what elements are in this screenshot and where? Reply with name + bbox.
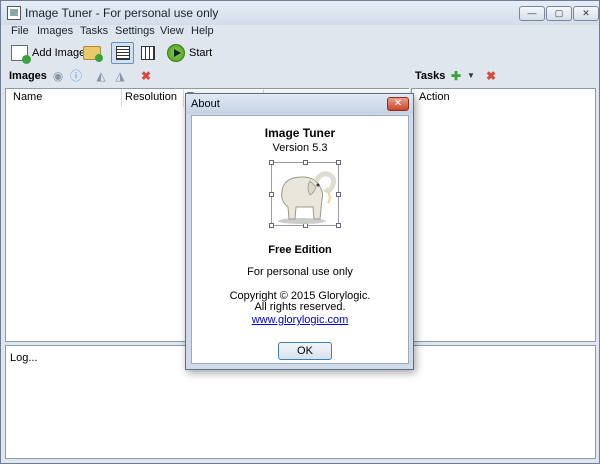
about-version: Version 5.3 bbox=[272, 142, 328, 154]
add-images-button[interactable]: Add Images bbox=[11, 42, 91, 64]
start-label: Start bbox=[189, 47, 213, 59]
menu-file[interactable]: File bbox=[11, 25, 29, 37]
column-name[interactable]: Name bbox=[10, 89, 122, 107]
add-folder-button[interactable] bbox=[83, 42, 103, 64]
menu-view[interactable]: View bbox=[160, 25, 184, 37]
about-close-button[interactable]: ✕ bbox=[387, 97, 409, 111]
play-icon bbox=[167, 44, 185, 62]
remove-image-icon[interactable]: ✖ bbox=[139, 69, 153, 83]
toolbar: Add Images Start bbox=[1, 39, 599, 67]
eye-icon[interactable]: ◉ bbox=[51, 69, 65, 83]
list-view-button[interactable] bbox=[111, 42, 134, 64]
list-view-icon bbox=[115, 46, 130, 60]
elephant-icon bbox=[278, 171, 337, 224]
thumbnail-view-button[interactable] bbox=[138, 42, 158, 64]
sort-up-icon[interactable]: ◭ bbox=[94, 69, 108, 83]
about-edition: Free Edition bbox=[268, 244, 332, 256]
app-icon bbox=[7, 6, 21, 20]
chevron-down-icon[interactable]: ▼ bbox=[464, 69, 478, 83]
website-link[interactable]: www.glorylogic.com bbox=[252, 314, 349, 326]
about-dialog: About ✕ Image Tuner Version 5.3 Free Edi… bbox=[185, 93, 414, 370]
ok-button[interactable]: OK bbox=[278, 342, 332, 360]
maximize-button[interactable]: ▢ bbox=[546, 6, 572, 21]
tasks-list[interactable]: Action bbox=[411, 88, 596, 342]
add-images-icon bbox=[11, 45, 31, 64]
about-license: For personal use only bbox=[247, 266, 353, 278]
menu-bar: File Images Tasks Settings View Help bbox=[1, 25, 599, 39]
menu-settings[interactable]: Settings bbox=[115, 25, 155, 37]
remove-task-icon[interactable]: ✖ bbox=[484, 69, 498, 83]
start-button[interactable]: Start bbox=[167, 42, 212, 64]
thumbnail-view-icon bbox=[141, 46, 155, 60]
menu-help[interactable]: Help bbox=[191, 25, 214, 37]
add-task-icon[interactable]: ✚ bbox=[449, 69, 463, 83]
column-resolution[interactable]: Resolution bbox=[122, 89, 184, 107]
add-images-label: Add Images bbox=[32, 47, 91, 59]
about-title-bar: About ✕ bbox=[186, 94, 413, 114]
sort-down-icon[interactable]: ◮ bbox=[113, 69, 127, 83]
images-label: Images bbox=[9, 70, 47, 82]
about-rights: All rights reserved. bbox=[254, 301, 346, 313]
tasks-label: Tasks bbox=[415, 70, 446, 82]
info-icon[interactable]: ⓘ bbox=[69, 69, 83, 83]
title-bar: Image Tuner - For personal use only — ▢ … bbox=[1, 1, 599, 25]
about-website-row: www.glorylogic.com bbox=[192, 314, 408, 326]
about-body: Image Tuner Version 5.3 Free Edition For… bbox=[191, 115, 409, 364]
about-title: About bbox=[191, 98, 220, 110]
section-header-bar: Images ◉ ⓘ ◭ ◮ ✖ Tasks ✚ ▼ ✖ bbox=[1, 67, 599, 87]
log-text: Log... bbox=[10, 352, 38, 364]
close-button[interactable]: ✕ bbox=[573, 6, 599, 21]
menu-images[interactable]: Images bbox=[37, 25, 73, 37]
minimize-button[interactable]: — bbox=[519, 6, 545, 21]
column-action[interactable]: Action bbox=[416, 89, 595, 107]
menu-tasks[interactable]: Tasks bbox=[80, 25, 108, 37]
window-title: Image Tuner - For personal use only bbox=[25, 6, 219, 20]
elephant-logo bbox=[269, 160, 341, 228]
add-folder-icon bbox=[83, 46, 103, 62]
about-app-name: Image Tuner bbox=[264, 126, 336, 140]
